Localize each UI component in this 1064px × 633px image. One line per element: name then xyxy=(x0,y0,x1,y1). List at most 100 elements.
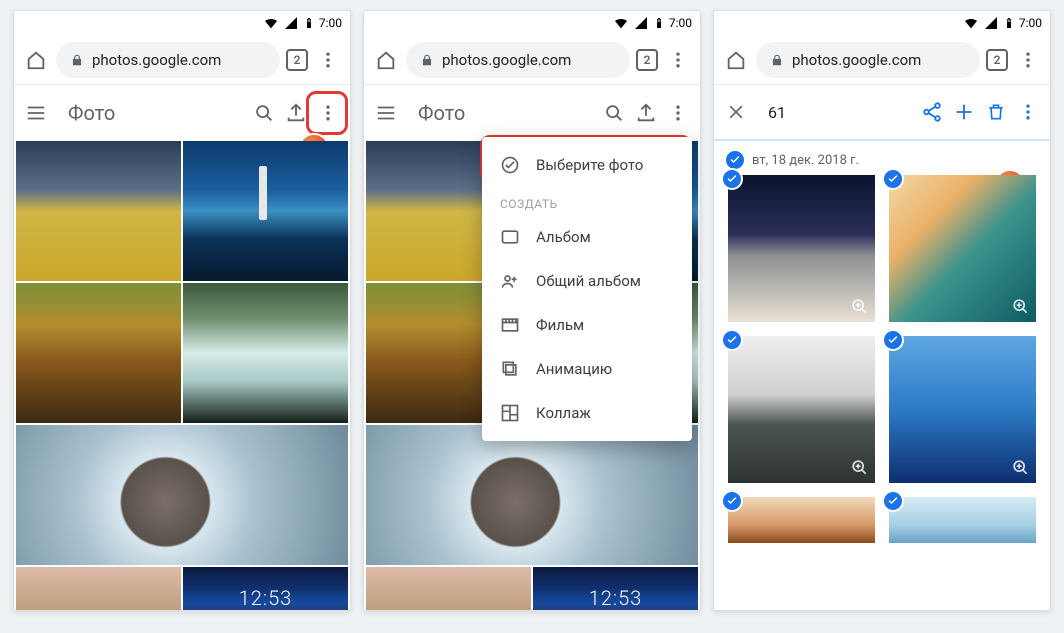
menu-movie[interactable]: Фильм xyxy=(482,303,692,347)
overflow-menu: Выберите фото СОЗДАТЬ Альбом Общий альбо… xyxy=(482,137,692,441)
status-time: 7:00 xyxy=(669,16,692,30)
add-to-icon[interactable] xyxy=(950,98,978,126)
menu-section-header: СОЗДАТЬ xyxy=(482,187,692,215)
date-check-icon xyxy=(726,151,744,169)
menu-album[interactable]: Альбом xyxy=(482,215,692,259)
menu-shared-album[interactable]: Общий альбом xyxy=(482,259,692,303)
select-check-icon xyxy=(500,155,520,175)
cellular-icon xyxy=(983,15,999,31)
photo-thumbnail[interactable] xyxy=(183,141,348,281)
album-icon xyxy=(500,227,520,247)
cellular-icon xyxy=(633,15,649,31)
browser-menu-icon[interactable] xyxy=(314,46,342,74)
check-icon xyxy=(882,490,904,512)
cellular-icon xyxy=(283,15,299,31)
app-header: Фото xyxy=(364,85,700,141)
upload-icon[interactable] xyxy=(282,99,310,127)
animation-icon xyxy=(500,359,520,379)
browser-menu-icon[interactable] xyxy=(664,46,692,74)
overflow-menu-icon[interactable] xyxy=(314,99,342,127)
status-bar: 7:00 xyxy=(364,11,700,35)
status-bar: 7:00 xyxy=(714,11,1050,35)
address-bar[interactable]: photos.google.com xyxy=(406,42,630,78)
page-title: Фото xyxy=(60,101,240,125)
search-icon[interactable] xyxy=(250,99,278,127)
lock-icon xyxy=(420,53,434,67)
photo-thumbnail-selected[interactable] xyxy=(889,497,1036,543)
photo-thumbnail-selected[interactable] xyxy=(728,497,875,543)
hamburger-menu-icon[interactable] xyxy=(372,99,400,127)
tab-count[interactable]: 2 xyxy=(636,49,658,71)
browser-omnibar: photos.google.com 2 xyxy=(364,35,700,85)
check-icon xyxy=(721,168,743,190)
phone-screen-3: 7:00 photos.google.com 2 61 вт, 18 дек. xyxy=(713,10,1051,611)
battery-icon xyxy=(303,15,315,31)
tab-count[interactable]: 2 xyxy=(986,49,1008,71)
status-time: 7:00 xyxy=(1019,16,1042,30)
url-text: photos.google.com xyxy=(92,51,221,69)
delete-icon[interactable] xyxy=(982,98,1010,126)
status-bar: 7:00 xyxy=(14,11,350,35)
menu-item-label: Альбом xyxy=(536,228,591,246)
battery-icon xyxy=(653,15,665,31)
url-text: photos.google.com xyxy=(792,51,921,69)
lock-icon xyxy=(770,53,784,67)
close-selection-icon[interactable] xyxy=(722,98,750,126)
page-title: Фото xyxy=(410,101,590,125)
photo-thumbnail[interactable] xyxy=(16,283,181,423)
lock-icon xyxy=(70,53,84,67)
photo-thumbnail[interactable] xyxy=(16,567,181,611)
magnify-icon[interactable] xyxy=(1010,296,1030,316)
photo-thumbnail-selected[interactable] xyxy=(728,175,875,322)
photo-thumbnail-selected[interactable] xyxy=(889,336,1036,483)
address-bar[interactable]: photos.google.com xyxy=(756,42,980,78)
check-icon xyxy=(882,168,904,190)
home-icon[interactable] xyxy=(722,46,750,74)
browser-omnibar: photos.google.com 2 xyxy=(14,35,350,85)
date-label: вт, 18 дек. 2018 г. xyxy=(752,153,859,168)
check-icon xyxy=(721,329,743,351)
status-time: 7:00 xyxy=(319,16,342,30)
menu-collage[interactable]: Коллаж xyxy=(482,391,692,435)
photo-thumbnail[interactable] xyxy=(366,425,698,565)
wifi-icon xyxy=(263,15,279,31)
overflow-menu-icon[interactable] xyxy=(664,99,692,127)
browser-menu-icon[interactable] xyxy=(1014,46,1042,74)
wifi-icon xyxy=(613,15,629,31)
photo-grid xyxy=(14,141,350,611)
phone-screen-1: 7:00 photos.google.com 2 Фото 1 xyxy=(13,10,351,611)
photo-thumbnail-selected[interactable] xyxy=(728,336,875,483)
selection-header: 61 xyxy=(714,85,1050,141)
home-icon[interactable] xyxy=(372,46,400,74)
menu-item-label: Выберите фото xyxy=(536,156,643,174)
home-icon[interactable] xyxy=(22,46,50,74)
photo-thumbnail[interactable] xyxy=(533,567,698,611)
photo-thumbnail[interactable] xyxy=(16,141,181,281)
battery-icon xyxy=(1003,15,1015,31)
photo-thumbnail[interactable] xyxy=(183,567,348,611)
photo-thumbnail[interactable] xyxy=(183,283,348,423)
tab-count[interactable]: 2 xyxy=(286,49,308,71)
photo-thumbnail[interactable] xyxy=(16,425,348,565)
collage-icon xyxy=(500,403,520,423)
menu-item-label: Общий альбом xyxy=(536,272,641,290)
search-icon[interactable] xyxy=(600,99,628,127)
photo-thumbnail[interactable] xyxy=(366,567,531,611)
browser-omnibar: photos.google.com 2 xyxy=(714,35,1050,85)
wifi-icon xyxy=(963,15,979,31)
movie-icon xyxy=(500,315,520,335)
menu-select-photo[interactable]: Выберите фото xyxy=(482,143,692,187)
upload-icon[interactable] xyxy=(632,99,660,127)
date-header[interactable]: вт, 18 дек. 2018 г. xyxy=(714,141,1050,175)
overflow-menu-icon[interactable] xyxy=(1014,98,1042,126)
hamburger-menu-icon[interactable] xyxy=(22,99,50,127)
share-icon[interactable] xyxy=(918,98,946,126)
address-bar[interactable]: photos.google.com xyxy=(56,42,280,78)
url-text: photos.google.com xyxy=(442,51,571,69)
magnify-icon[interactable] xyxy=(849,457,869,477)
menu-animation[interactable]: Анимацию xyxy=(482,347,692,391)
magnify-icon[interactable] xyxy=(1010,457,1030,477)
magnify-icon[interactable] xyxy=(849,296,869,316)
app-header: Фото 1 xyxy=(14,85,350,141)
photo-thumbnail-selected[interactable] xyxy=(889,175,1036,322)
